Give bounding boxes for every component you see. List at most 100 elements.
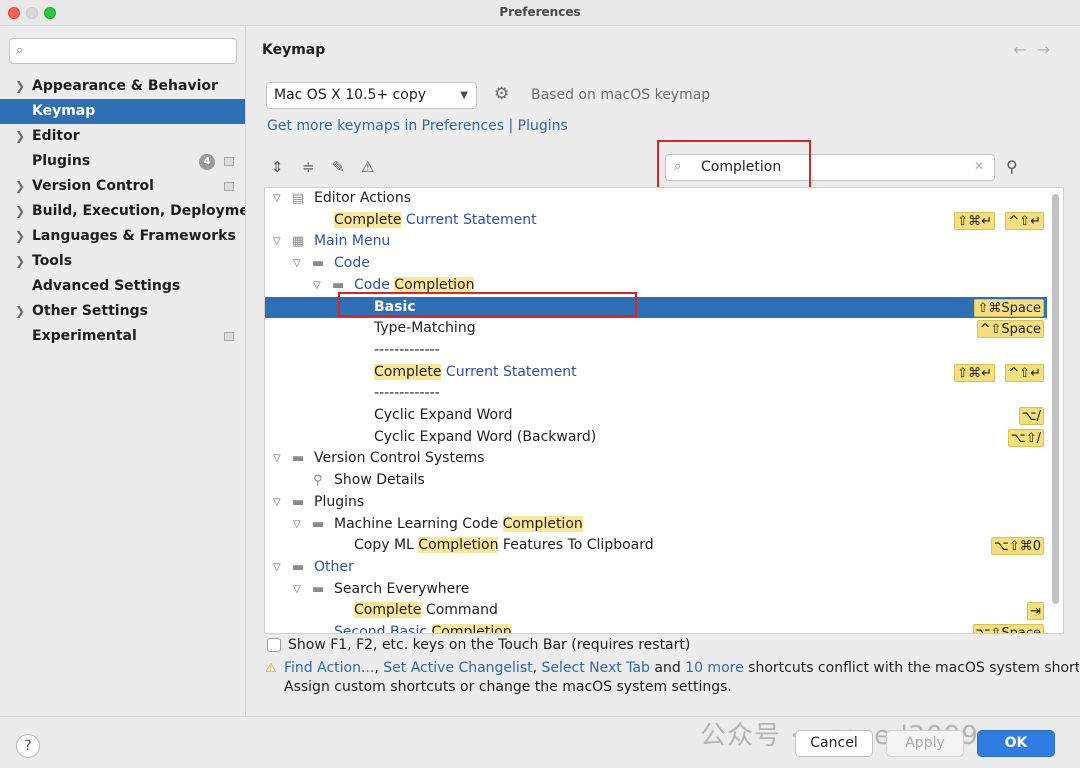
sidebar-item-languages[interactable]: ❯ Languages & Frameworks <box>0 224 245 249</box>
updates-badge: 4 <box>199 154 215 170</box>
sidebar-item-plugins[interactable]: Plugins 4 <box>0 149 245 174</box>
folder-icon: ▬ <box>312 581 325 597</box>
touchbar-keys-label: Show F1, F2, etc. keys on the Touch Bar … <box>288 637 691 653</box>
tree-scrollbar[interactable] <box>1052 194 1059 604</box>
window-title: Preferences <box>499 5 581 19</box>
sidebar-item-editor[interactable]: ❯ Editor <box>0 124 245 149</box>
find-by-shortcut-icon[interactable]: ⚲ <box>1006 157 1018 176</box>
sidebar-item-version-control[interactable]: ❯ Version Control <box>0 174 245 199</box>
chevron-down-icon[interactable]: ▽ <box>273 557 281 579</box>
keymap-select[interactable]: Mac OS X 10.5+ copy ▼ <box>266 82 477 109</box>
shortcut-badge: ⇧⌘↵ <box>954 211 995 230</box>
set-active-changelist-link[interactable]: Set Active Changelist <box>383 660 532 676</box>
page-title: Keymap <box>262 42 326 58</box>
sidebar-item-experimental[interactable]: Experimental <box>0 324 245 349</box>
sidebar-item-tools[interactable]: ❯ Tools <box>0 249 245 274</box>
chevron-down-icon[interactable]: ▽ <box>273 188 281 210</box>
title-bar: Preferences <box>0 0 1080 26</box>
project-settings-icon <box>224 182 234 191</box>
sidebar-item-other-settings[interactable]: ❯ Other Settings <box>0 299 245 324</box>
tree-row-cyclic-expand-word[interactable]: Cyclic Expand Word ⌥/ <box>265 405 1047 427</box>
clear-search-icon[interactable]: ✕ <box>974 159 984 173</box>
chevron-right-icon: ❯ <box>15 204 26 218</box>
tree-row-complete-command[interactable]: Complete Command ⇥ <box>265 600 1047 622</box>
chevron-down-icon[interactable]: ▽ <box>293 514 301 536</box>
more-conflicts-link[interactable]: 10 more <box>685 660 744 676</box>
annotation-box-basic <box>338 292 637 317</box>
shortcut-badge: ⇥ <box>1027 602 1044 621</box>
tree-row-editor-actions[interactable]: ▽ ▤ Editor Actions <box>265 188 1047 210</box>
tree-row-search-everywhere[interactable]: ▽ ▬ Search Everywhere <box>265 579 1047 601</box>
keymap-tree: ▽ ▤ Editor Actions Complete Current Statem… <box>264 187 1064 634</box>
shortcut-badge: ⌥⇧/ <box>1007 428 1044 447</box>
chevron-right-icon: ❯ <box>15 304 26 318</box>
chevron-down-icon[interactable]: ▽ <box>293 253 301 275</box>
chevron-right-icon: ❯ <box>15 79 26 93</box>
tree-row-complete-current-statement-2[interactable]: Complete Current Statement ⇧⌘↵ ^⇧↵ <box>265 362 1047 384</box>
back-arrow-icon[interactable]: ← <box>1013 40 1036 59</box>
find-action-link[interactable]: Find Action... <box>284 660 374 676</box>
editor-actions-icon: ▤ <box>292 191 305 206</box>
tree-row-ml-code-completion[interactable]: ▽ ▬ Machine Learning Code Completion <box>265 514 1047 536</box>
based-on-label: Based on macOS keymap <box>531 87 711 103</box>
tree-row-main-menu[interactable]: ▽ ▦ Main Menu <box>265 231 1047 253</box>
touchbar-keys-checkbox[interactable] <box>267 638 281 652</box>
assign-shortcuts-text: Assign custom shortcuts or change the ma… <box>284 679 732 695</box>
tree-row-second-basic-completion[interactable]: Second Basic Completion ⌥⇧Space <box>265 622 1047 633</box>
get-more-keymaps-link[interactable]: Get more keymaps in Preferences | Plugin… <box>267 118 568 134</box>
edit-shortcut-icon[interactable]: ✎ <box>332 158 345 176</box>
tree-row-separator: ------------- <box>374 341 440 358</box>
expand-all-icon[interactable]: ⇕ <box>271 158 284 176</box>
project-settings-icon <box>224 157 234 166</box>
folder-icon: ▬ <box>292 451 305 467</box>
sidebar-nav: ❯ Appearance & Behavior Keymap ❯ Editor Pl… <box>0 74 245 349</box>
dialog-footer: ? 公众号 · xposed2099 Cancel Apply OK <box>0 716 1080 768</box>
chevron-right-icon: ❯ <box>15 254 26 268</box>
folder-icon: ▬ <box>312 516 325 532</box>
tree-row-cyclic-expand-word-backward[interactable]: Cyclic Expand Word (Backward) ⌥⇧/ <box>265 427 1047 449</box>
project-settings-icon <box>224 332 234 341</box>
tree-row-code[interactable]: ▽ ▬ Code <box>265 253 1047 275</box>
collapse-all-icon[interactable]: ≑ <box>302 158 315 176</box>
history-arrows[interactable]: ←→ <box>1013 40 1060 59</box>
tree-row-copy-ml-completion[interactable]: Copy ML Completion Features To Clipboard… <box>265 535 1047 557</box>
chevron-down-icon[interactable]: ▽ <box>313 275 321 297</box>
tree-row-type-matching[interactable]: Type-Matching ^⇧Space <box>265 318 1047 340</box>
select-next-tab-link[interactable]: Select Next Tab <box>542 660 650 676</box>
apply-button[interactable]: Apply <box>886 730 964 757</box>
chevron-down-icon[interactable]: ▽ <box>293 579 301 601</box>
shortcut-badge: ⌥⇧Space <box>972 624 1044 633</box>
sidebar-item-build-execution[interactable]: ❯ Build, Execution, Deploymen <box>0 199 245 224</box>
forward-arrow-icon[interactable]: → <box>1037 40 1060 59</box>
conflict-warning: Find Action..., Set Active Changelist, S… <box>284 660 1079 676</box>
search-icon: ⌕ <box>16 43 24 58</box>
help-button[interactable]: ? <box>16 734 40 758</box>
shortcut-badge: ^⇧↵ <box>1005 363 1044 382</box>
tree-row-show-details[interactable]: ⚲ Show Details <box>265 470 1047 492</box>
tree-row-other[interactable]: ▽ ▬ Other <box>265 557 1047 579</box>
keymap-panel: Keymap ←→ Mac OS X 10.5+ copy ▼ ⚙ Based … <box>247 26 1080 716</box>
cancel-button[interactable]: Cancel <box>795 730 873 757</box>
chevron-down-icon[interactable]: ▽ <box>273 231 281 253</box>
shortcut-badge: ^⇧↵ <box>1005 211 1044 230</box>
sidebar-item-advanced-settings[interactable]: Advanced Settings <box>0 274 245 299</box>
tree-row-complete-current-statement[interactable]: Complete Current Statement ⇧⌘↵ ^⇧↵ <box>265 210 1047 232</box>
chevron-right-icon: ❯ <box>15 129 26 143</box>
ok-button[interactable]: OK <box>977 730 1055 757</box>
tree-row-plugins[interactable]: ▽ ▬ Plugins <box>265 492 1047 514</box>
gear-icon[interactable]: ⚙ <box>494 84 509 104</box>
chevron-down-icon[interactable]: ▽ <box>273 492 281 514</box>
menu-icon: ▦ <box>292 234 305 250</box>
tree-row-version-control-systems[interactable]: ▽ ▬ Version Control Systems <box>265 448 1047 470</box>
dropdown-caret-icon: ▼ <box>460 90 468 101</box>
sidebar: ⌕ ❯ Appearance & Behavior Keymap ❯ Editor … <box>0 26 246 716</box>
shortcut-badge: ⌥/ <box>1018 407 1044 425</box>
folder-icon: ▬ <box>292 494 305 510</box>
shortcut-badge: ^⇧Space <box>976 320 1044 339</box>
chevron-down-icon[interactable]: ▽ <box>273 448 281 470</box>
folder-icon: ▬ <box>312 256 325 272</box>
sidebar-search-input[interactable]: ⌕ <box>9 38 237 64</box>
conflicts-warning-icon[interactable]: ⚠ <box>361 158 374 176</box>
sidebar-item-appearance-behavior[interactable]: ❯ Appearance & Behavior <box>0 74 245 99</box>
sidebar-item-keymap[interactable]: Keymap <box>0 99 245 124</box>
